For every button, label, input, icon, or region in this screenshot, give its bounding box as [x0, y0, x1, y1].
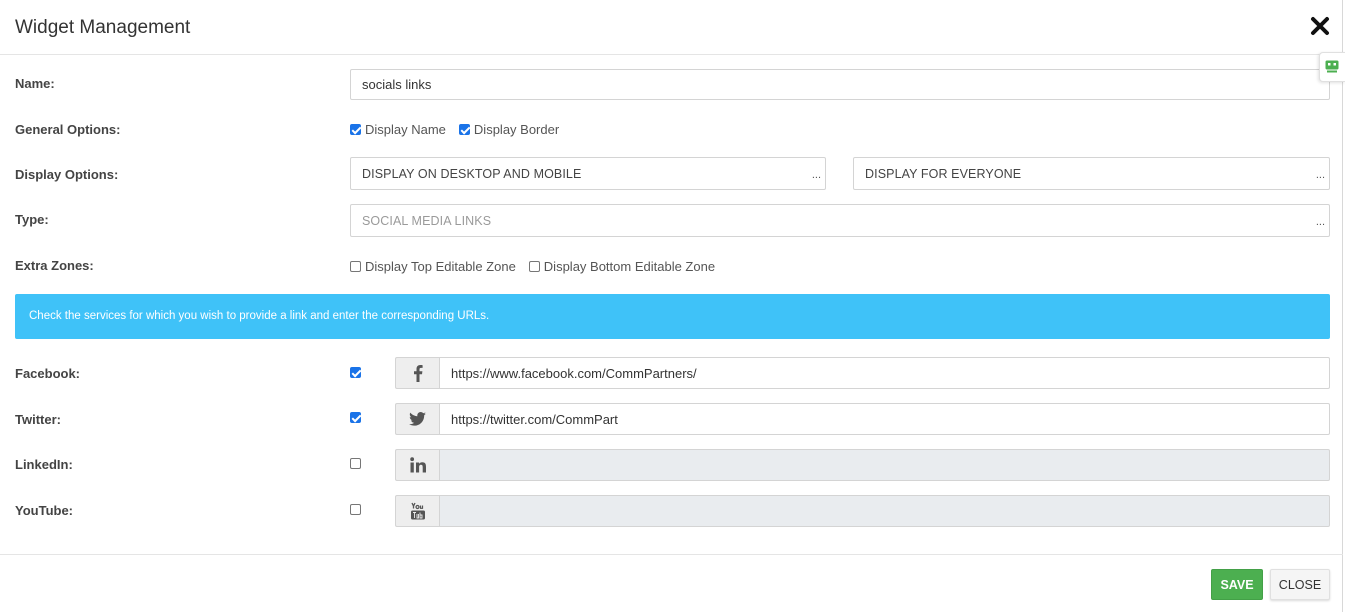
extra-zones-label: Extra Zones:: [15, 258, 94, 273]
type-select[interactable]: SOCIAL MEDIA LINKS ...: [350, 204, 1330, 237]
side-widget-tab[interactable]: [1319, 52, 1345, 82]
type-value: SOCIAL MEDIA LINKS: [362, 214, 492, 228]
select-dots-icon: ...: [1315, 216, 1325, 228]
display-border-checkbox[interactable]: [458, 124, 470, 135]
facebook-url-group: [395, 357, 1330, 389]
twitter-label: Twitter:: [15, 412, 61, 427]
dialog-footer: SAVE CLOSE: [0, 554, 1343, 612]
info-banner: Check the services for which you wish to…: [15, 294, 1330, 339]
facebook-icon: [395, 357, 439, 389]
twitter-url-group: [395, 403, 1330, 435]
close-button[interactable]: CLOSE: [1270, 569, 1330, 600]
select-dots-icon: ...: [1315, 169, 1325, 181]
youtube-checkbox[interactable]: [350, 504, 361, 515]
widget-management-dialog: Widget Management Name: General Options:…: [0, 0, 1343, 612]
facebook-url-input[interactable]: [439, 357, 1330, 389]
name-label: Name:: [15, 76, 55, 91]
display-device-value: DISPLAY ON DESKTOP AND MOBILE: [362, 167, 582, 181]
select-dots-icon: ...: [811, 169, 821, 181]
type-label: Type:: [15, 212, 49, 227]
general-options-group: Display Name Display Border: [350, 122, 572, 137]
display-name-label: Display Name: [365, 122, 446, 137]
youtube-icon: [395, 495, 439, 527]
chat-icon: [1325, 60, 1339, 73]
close-icon[interactable]: [1310, 15, 1332, 39]
linkedin-icon: [395, 449, 439, 481]
bottom-zone-checkbox[interactable]: [528, 261, 540, 272]
twitter-checkbox[interactable]: [350, 412, 361, 423]
twitter-icon: [395, 403, 439, 435]
youtube-label: YouTube:: [15, 503, 74, 518]
display-device-select[interactable]: DISPLAY ON DESKTOP AND MOBILE ...: [350, 157, 826, 190]
display-options-label: Display Options:: [15, 167, 119, 182]
name-input[interactable]: [350, 69, 1330, 100]
display-border-label: Display Border: [473, 122, 560, 137]
dialog-header: Widget Management: [0, 0, 1343, 55]
extra-zones-group: Display Top Editable Zone Display Bottom…: [350, 259, 728, 274]
bottom-zone-label: Display Bottom Editable Zone: [543, 259, 716, 274]
twitter-url-input[interactable]: [439, 403, 1330, 435]
linkedin-url-group: [395, 449, 1330, 481]
top-zone-label: Display Top Editable Zone: [365, 259, 516, 274]
linkedin-url-input[interactable]: [439, 449, 1330, 481]
linkedin-label: LinkedIn:: [15, 457, 73, 472]
display-name-checkbox[interactable]: [350, 124, 361, 135]
facebook-label: Facebook:: [15, 366, 81, 381]
display-audience-select[interactable]: DISPLAY FOR EVERYONE ...: [853, 157, 1330, 190]
display-audience-value: DISPLAY FOR EVERYONE: [865, 167, 1022, 181]
youtube-url-input[interactable]: [439, 495, 1330, 527]
linkedin-checkbox[interactable]: [350, 458, 361, 469]
save-button[interactable]: SAVE: [1211, 569, 1263, 600]
dialog-title: Widget Management: [15, 17, 191, 38]
top-zone-checkbox[interactable]: [350, 261, 361, 272]
general-options-label: General Options:: [15, 122, 121, 137]
facebook-checkbox[interactable]: [350, 367, 361, 378]
youtube-url-group: [395, 495, 1330, 527]
